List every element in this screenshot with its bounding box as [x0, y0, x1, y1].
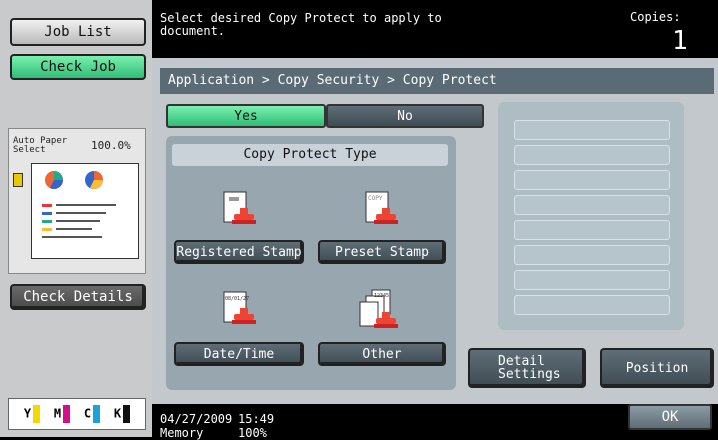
other-stamp-icon: 12345: [359, 289, 398, 328]
copies-value: 1: [672, 26, 688, 56]
detail-settings-button[interactable]: Detail Settings: [468, 348, 586, 388]
list-slot: [514, 295, 670, 315]
copies-label: Copies:: [630, 10, 681, 24]
left-sidebar: Job List Check Job Auto Paper Select 100…: [0, 0, 152, 437]
svg-text:12345: 12345: [374, 293, 389, 299]
header-bar: Select desired Copy Protect to apply to …: [152, 0, 718, 58]
toner-c: C: [84, 405, 101, 423]
toner-m-bar: [63, 405, 71, 423]
instruction-message: Select desired Copy Protect to apply to …: [160, 11, 442, 38]
list-slot: [514, 170, 670, 190]
list-slot: [514, 195, 670, 215]
zoom-value: 100.0%: [91, 139, 131, 152]
preset-stamp-icon: COPY: [365, 191, 398, 224]
toner-k-bar: [123, 405, 131, 423]
date-text: 04/27/2009: [160, 412, 233, 426]
ok-button[interactable]: OK: [628, 404, 712, 430]
list-slot: [514, 245, 670, 265]
toner-y-bar: [33, 405, 41, 423]
other-button[interactable]: Other: [318, 342, 446, 366]
svg-text:08/01/27: 08/01/27: [225, 296, 249, 302]
breadcrumb: Application > Copy Security > Copy Prote…: [160, 68, 714, 94]
memory-value: 100%: [238, 426, 267, 440]
document-preview: [31, 163, 139, 259]
list-slot: [514, 220, 670, 240]
check-job-button[interactable]: Check Job: [10, 54, 146, 80]
check-details-button[interactable]: Check Details: [10, 284, 146, 310]
toner-y: Y: [24, 405, 41, 423]
copy-protect-type-title: Copy Protect Type: [172, 144, 448, 166]
list-slot: [514, 145, 670, 165]
preset-stamp-button[interactable]: Preset Stamp: [318, 240, 446, 264]
toner-m: M: [54, 405, 71, 423]
no-button[interactable]: No: [326, 104, 484, 128]
list-slot: [514, 120, 670, 140]
preview-graphic-icon: [42, 171, 116, 238]
tray-icon: [13, 173, 23, 187]
time-text: 15:49: [238, 412, 275, 426]
registered-stamp-icon: [223, 191, 256, 224]
paper-setting: Auto Paper Select: [13, 136, 68, 155]
toner-k: K: [114, 405, 131, 423]
registered-stamp-button[interactable]: Registered Stamp: [174, 240, 304, 264]
preview-panel: Auto Paper Select 100.0%: [8, 128, 146, 274]
job-list-button[interactable]: Job List: [10, 18, 146, 46]
date-time-stamp-icon: 08/01/27: [223, 291, 256, 324]
list-slot: [514, 270, 670, 290]
yes-button[interactable]: Yes: [166, 104, 326, 128]
svg-text:COPY: COPY: [368, 195, 383, 202]
date-time-button[interactable]: Date/Time: [174, 342, 304, 366]
memory-label: Memory: [160, 426, 204, 440]
position-button[interactable]: Position: [600, 348, 714, 388]
toner-levels: Y M C K: [8, 398, 146, 430]
toner-c-bar: [93, 405, 101, 423]
